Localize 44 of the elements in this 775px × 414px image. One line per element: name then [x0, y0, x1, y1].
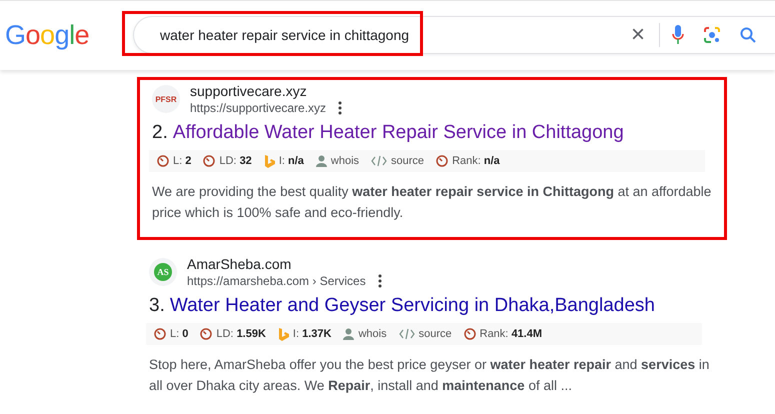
search-icon[interactable] — [740, 27, 756, 43]
bing-icon — [278, 328, 289, 340]
result-snippet: We are providing the best quality water heater repair service in Chittagong at an affordable price which is 100% safe and eco-friendly. — [152, 183, 712, 222]
result-number: 3. — [149, 294, 165, 318]
gauge-icon — [157, 155, 169, 167]
result-title-link[interactable]: Affordable Water Heater Repair Service in Chittagong — [172, 120, 624, 146]
metric-text[interactable]: whois — [358, 328, 387, 340]
gauge-icon — [200, 328, 212, 340]
site-favicon: AS — [149, 258, 177, 286]
metric-text: Rank: 41.4M — [480, 328, 542, 340]
google-logo[interactable]: Google — [5, 20, 125, 50]
metric-text: I: 1.37K — [292, 328, 332, 340]
bing-icon — [264, 154, 275, 168]
metric-text: L: 0 — [170, 328, 188, 340]
code-icon — [371, 155, 388, 167]
site-name: AmarSheba.com — [187, 255, 292, 273]
metric-text[interactable]: source — [418, 328, 452, 340]
metric-text: Rank: n/a — [452, 155, 500, 167]
metric-text[interactable]: whois — [330, 155, 360, 167]
code-icon — [398, 328, 415, 340]
person-icon — [343, 328, 354, 340]
metric-text[interactable]: source — [391, 155, 424, 167]
metric-text: LD: 32 — [219, 155, 252, 167]
person-icon — [316, 155, 327, 167]
result-snippet: Stop here, AmarSheba offer you the best price geyser or water heater repair and services in all over Dhaka city areas. We Repair, install and maintenance of all ... — [149, 356, 710, 395]
result-number: 2. — [152, 121, 168, 145]
more-options-icon[interactable] — [378, 274, 382, 288]
site-url[interactable]: https://supportivecare.xyz — [190, 100, 326, 116]
site-name: supportivecare.xyz — [190, 82, 308, 100]
gauge-icon — [203, 155, 216, 167]
metric-text: LD: 1.59K — [216, 328, 266, 340]
gauge-icon — [436, 155, 448, 167]
clear-icon[interactable]: × — [630, 23, 645, 47]
camera-lens-icon[interactable] — [703, 26, 721, 44]
microphone-icon[interactable] — [672, 25, 684, 45]
gauge-icon — [154, 328, 166, 340]
site-url[interactable]: https://amarsheba.com › Services — [187, 273, 366, 289]
metric-text: L: 2 — [173, 155, 192, 167]
metric-text: I: n/a — [278, 155, 304, 167]
result-title-link[interactable]: Water Heater and Geyser Servicing in Dhaka,Bangladesh — [170, 293, 655, 319]
site-favicon: PFSR — [152, 85, 180, 113]
more-options-icon[interactable] — [338, 101, 342, 115]
gauge-icon — [464, 328, 476, 340]
search-field[interactable]: water heater repair service in chittagong × — [133, 16, 775, 54]
